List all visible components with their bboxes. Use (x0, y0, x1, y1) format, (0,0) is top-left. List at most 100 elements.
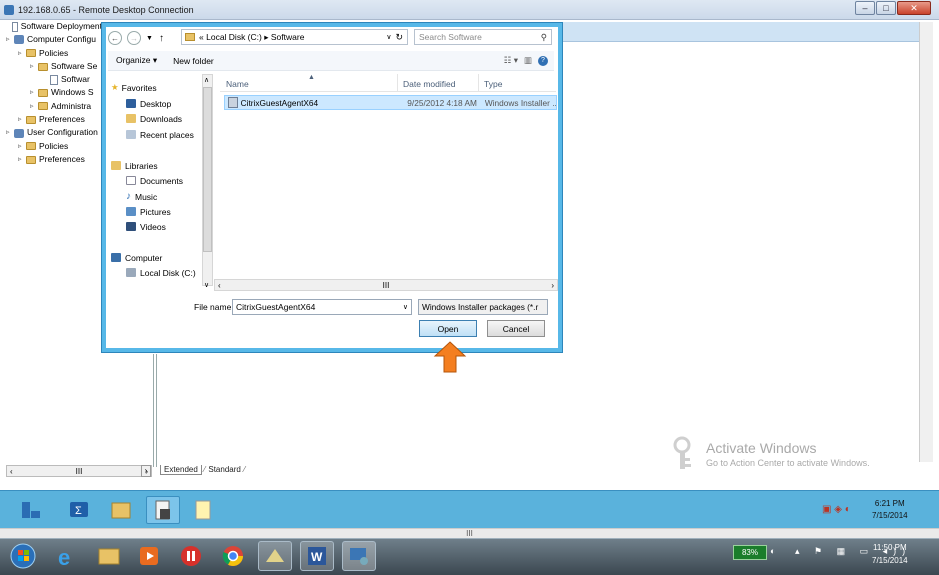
remote-clock-date: 7/15/2014 (872, 511, 908, 520)
gpo-editor-icon[interactable] (146, 496, 180, 524)
scroll-thumb[interactable]: III (76, 467, 83, 476)
expand-arrow-icon[interactable]: ▹ (18, 140, 26, 153)
snipping-tool-icon[interactable] (258, 541, 292, 571)
minimize-button[interactable]: – (855, 1, 875, 15)
folder-icon (26, 49, 36, 58)
column-date-modified[interactable]: Date modified (403, 79, 455, 89)
expand-arrow-icon[interactable]: ▹ (18, 47, 26, 60)
tree-node[interactable]: ▹ Computer Configu (6, 33, 102, 46)
nav-computer[interactable]: Computer (111, 251, 162, 264)
nav-recent-label: Recent places (140, 129, 194, 140)
path-dropdown-icon[interactable]: ∨ (386, 33, 391, 41)
expand-arrow-icon[interactable]: ▹ (18, 113, 26, 126)
file-name-dropdown-icon[interactable]: ∨ (403, 303, 408, 311)
expand-arrow-icon[interactable]: ▹ (6, 33, 14, 46)
breadcrumb-drive[interactable]: Local Disk (C:) (206, 32, 262, 42)
file-type-select[interactable]: Windows Installer packages (*.r (418, 299, 548, 315)
search-icon[interactable]: ⚲ (541, 32, 547, 43)
app-red-icon[interactable] (174, 541, 208, 571)
file-list-hscroll[interactable]: ‹ III › (214, 279, 558, 291)
battery-indicator[interactable]: 83% (733, 545, 767, 560)
history-dropdown-icon[interactable]: ▼ (146, 35, 153, 42)
tree-node[interactable]: ▹ Preferences (6, 113, 102, 126)
tree-node-label: Computer Configu (27, 34, 96, 45)
close-button[interactable]: ✕ (897, 1, 931, 15)
new-folder-button[interactable]: New folder (165, 56, 222, 66)
tab-standard[interactable]: Standard (205, 465, 243, 474)
nav-local-disk[interactable]: Local Disk (C:) (126, 266, 196, 279)
organize-button[interactable]: Organize ▾ (108, 55, 165, 66)
right-scrollbar[interactable] (919, 22, 933, 462)
tree-node[interactable]: ▹ User Configuration (6, 126, 102, 139)
chrome-icon[interactable] (216, 541, 250, 571)
pane-splitter[interactable] (153, 354, 157, 467)
nav-scroll-up-icon[interactable]: ∧ (204, 76, 209, 84)
forward-icon[interactable]: → (127, 31, 141, 45)
file-name-field[interactable]: CitrixGuestAgentX64 ∨ (232, 299, 412, 315)
server-manager-icon[interactable] (14, 496, 48, 524)
preview-pane-icon[interactable]: ▥ (524, 55, 532, 66)
file-name: CitrixGuestAgentX64 (240, 97, 319, 108)
rdp-hscroll[interactable]: III (0, 528, 939, 538)
view-options-icon[interactable]: ☷ ▾ (504, 55, 518, 66)
nav-scroll-down-icon[interactable]: ∨ (204, 281, 209, 289)
tree-node[interactable]: ▹ Software Se (6, 60, 102, 73)
internet-explorer-icon[interactable]: e (50, 541, 84, 571)
breadcrumb-overflow[interactable]: « (199, 32, 204, 42)
column-type[interactable]: Type (484, 79, 502, 89)
column-name[interactable]: Name (226, 79, 249, 89)
path-breadcrumb[interactable]: « Local Disk (C:) ▸ Software ∨ ↻ (181, 29, 408, 45)
breadcrumb-folder[interactable]: Software (271, 32, 305, 42)
file-explorer-icon[interactable] (104, 496, 138, 524)
tree-node[interactable]: ▹ Preferences (6, 153, 102, 166)
help-icon[interactable]: ? (538, 55, 548, 66)
open-button[interactable]: Open (419, 320, 477, 337)
nav-downloads[interactable]: Downloads (126, 112, 182, 125)
expand-arrow-icon[interactable]: ▹ (30, 86, 38, 99)
nav-pictures[interactable]: Pictures (126, 205, 171, 218)
windows-explorer-icon[interactable] (92, 541, 126, 571)
tab-extended[interactable]: Extended (160, 465, 202, 475)
nav-scroll-thumb[interactable] (203, 87, 212, 252)
back-icon[interactable]: ← (108, 31, 122, 45)
expand-arrow-icon[interactable]: ▹ (30, 100, 38, 113)
nav-libraries[interactable]: Libraries (111, 159, 158, 172)
nav-recent-places[interactable]: Recent places (126, 128, 194, 141)
remote-desktop-icon[interactable] (342, 541, 376, 571)
file-scroll-thumb[interactable]: III (383, 281, 390, 290)
file-row[interactable]: CitrixGuestAgentX64 9/25/2012 4:18 AM Wi… (224, 95, 557, 110)
expand-arrow-icon[interactable]: ▹ (6, 126, 14, 139)
media-player-icon[interactable] (132, 541, 166, 571)
rdp-hscroll-thumb[interactable]: III (466, 529, 473, 538)
refresh-icon[interactable]: ↻ (395, 32, 403, 43)
tree-hscroll[interactable]: ‹ III › (6, 465, 152, 477)
nav-documents[interactable]: Documents (126, 174, 183, 187)
nav-desktop[interactable]: Desktop (126, 97, 171, 110)
file-scroll-right-icon[interactable]: › (551, 281, 554, 290)
expand-arrow-icon[interactable]: ▹ (30, 60, 38, 73)
tree-node-label: Windows S (51, 87, 94, 98)
scroll-right-arrow-icon[interactable]: › (141, 465, 151, 477)
tree-node[interactable]: Software Deployment (6, 20, 102, 33)
tree-node[interactable]: ▹ Policies (6, 47, 102, 60)
tree-node[interactable]: ▹ Policies (6, 140, 102, 153)
scroll-left-icon[interactable]: ‹ (10, 467, 13, 476)
word-icon[interactable]: W (300, 541, 334, 571)
start-button-icon[interactable] (6, 541, 40, 571)
file-scroll-left-icon[interactable]: ‹ (218, 281, 221, 290)
system-clock[interactable]: 11:50 PM 7/15/2014 (872, 541, 908, 567)
maximize-button[interactable]: □ (876, 1, 896, 15)
battery-icon[interactable]: ◐ (770, 546, 775, 556)
search-input[interactable]: Search Software ⚲ (414, 29, 552, 45)
tree-node[interactable]: ▹ Windows S (6, 86, 102, 99)
up-icon[interactable]: ↑ (159, 33, 164, 44)
cancel-button[interactable]: Cancel (487, 320, 545, 337)
nav-favorites[interactable]: ★ Favorites (111, 81, 157, 94)
nav-music[interactable]: ♪ Music (126, 190, 157, 203)
tree-node[interactable]: ▹ Administra (6, 100, 102, 113)
notepad-icon[interactable] (186, 496, 220, 524)
tree-node[interactable]: Softwar (6, 73, 102, 86)
powershell-icon[interactable]: Σ (62, 496, 96, 524)
nav-videos[interactable]: Videos (126, 220, 166, 233)
expand-arrow-icon[interactable]: ▹ (18, 153, 26, 166)
